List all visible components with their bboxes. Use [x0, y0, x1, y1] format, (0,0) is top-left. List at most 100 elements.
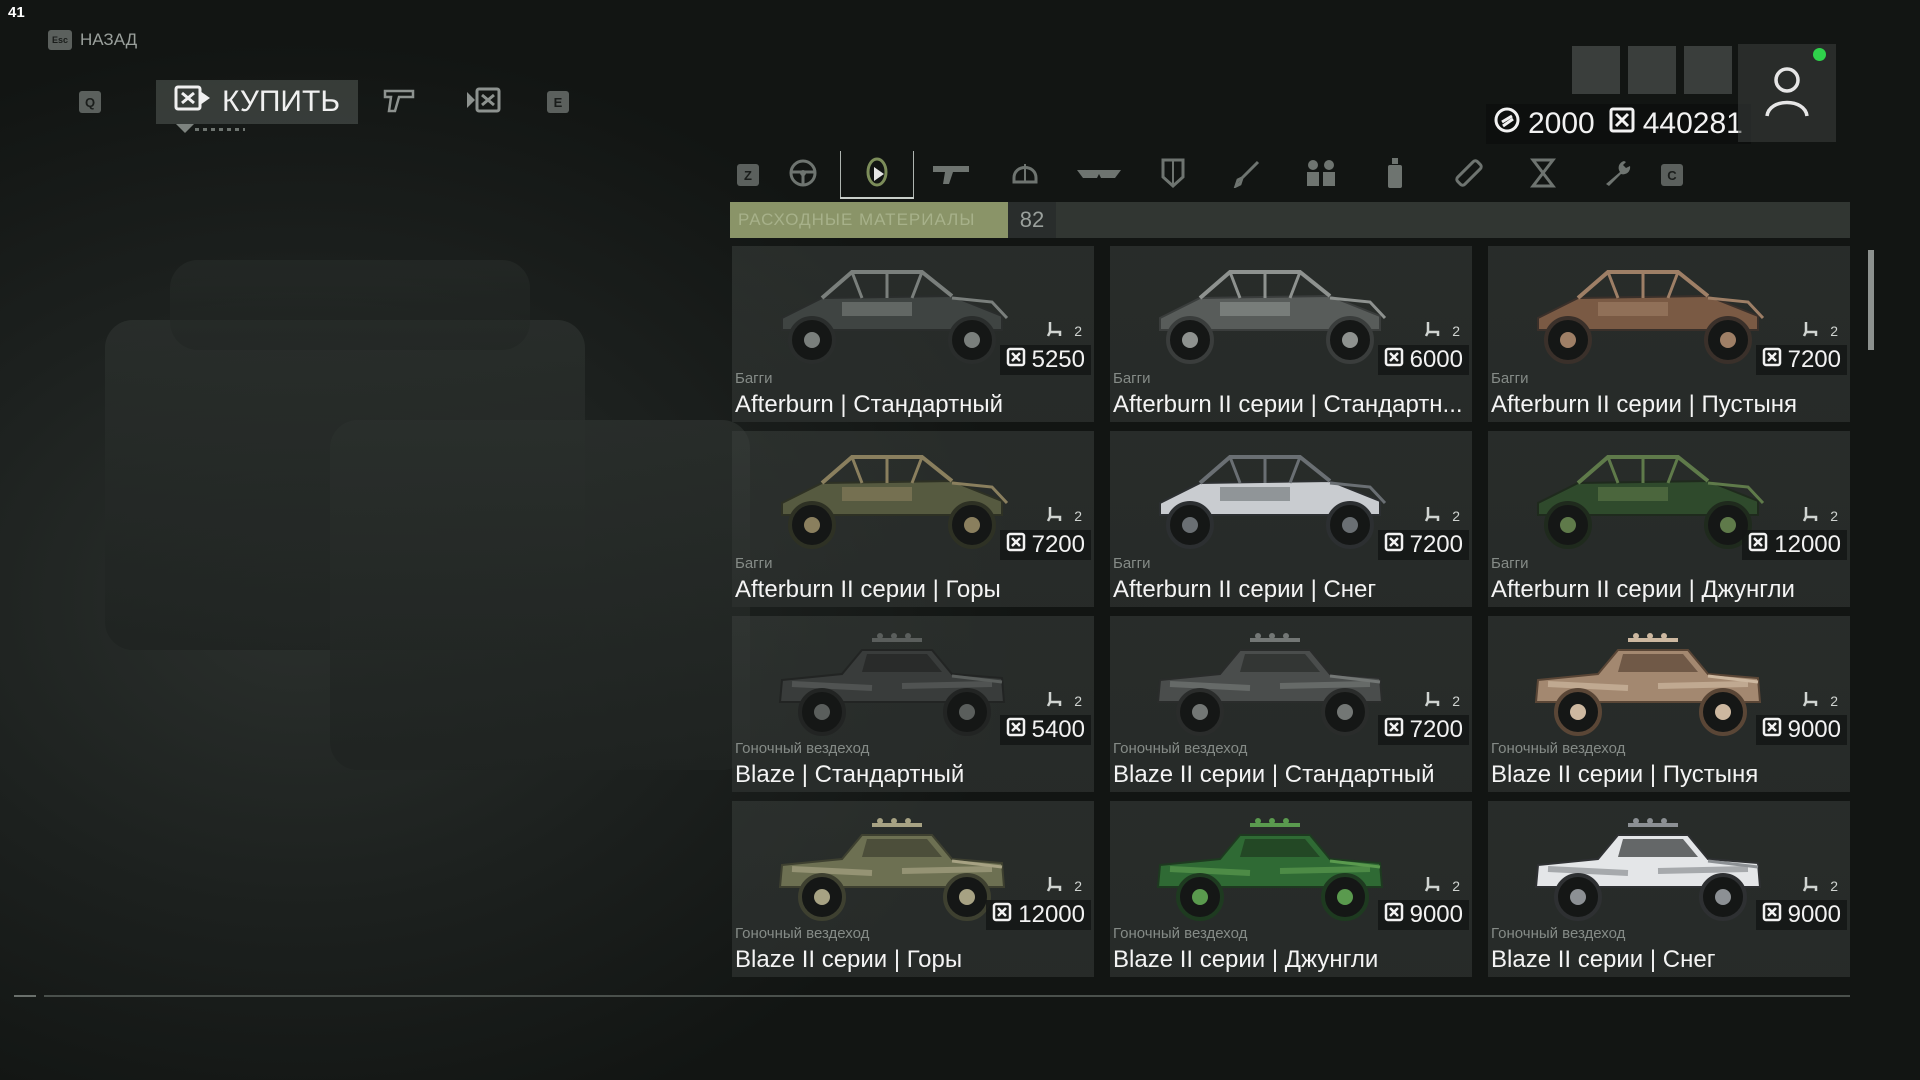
item-card[interactable]: 2 5250 Багги Afterburn | Стандартный [732, 246, 1094, 422]
price-value: 7200 [1409, 531, 1463, 558]
quick-slot[interactable] [1572, 46, 1620, 94]
buggy-image [781, 270, 1009, 364]
seat-count: 2 [1074, 692, 1082, 709]
category-vehicles[interactable] [766, 151, 840, 199]
item-card[interactable]: 2 6000 Багги Afterburn II серии | Станда… [1110, 246, 1472, 422]
item-grid: 2 5250 Багги Afterburn | Стандартный 2 6… [732, 246, 1852, 977]
price-value: 9000 [1409, 901, 1463, 928]
seat-icon [1424, 505, 1442, 526]
category-armor[interactable] [1136, 151, 1210, 199]
price-value: 6000 [1409, 346, 1463, 373]
seat-icon [1424, 690, 1442, 711]
tab-weapons[interactable] [358, 80, 442, 124]
price-tag: 7200 [1377, 530, 1469, 560]
prev-tab-key[interactable]: Q [72, 80, 108, 124]
active-tab-indicator [176, 124, 194, 133]
bottom-divider [44, 995, 1850, 997]
quick-slot[interactable] [1628, 46, 1676, 94]
price-value: 7200 [1409, 716, 1463, 743]
online-status-dot [1813, 48, 1826, 61]
seats-info: 2 [1802, 505, 1838, 526]
item-card[interactable]: 2 12000 Гоночный вездеход Blaze II серии… [732, 801, 1094, 977]
category-tools[interactable] [1580, 151, 1654, 199]
category-squad[interactable] [1284, 151, 1358, 199]
item-name: Blaze II серии | Стандартный [1113, 761, 1435, 788]
seat-icon [1046, 505, 1064, 526]
quick-slots [1572, 46, 1732, 94]
price-tag: 6000 [1377, 345, 1469, 375]
seat-count: 2 [1452, 692, 1460, 709]
category-count: 82 [1008, 202, 1056, 238]
steering-wheel-icon [788, 158, 818, 193]
credits-icon [1762, 716, 1782, 744]
knife-icon [1232, 158, 1262, 193]
item-card[interactable]: 2 12000 Багги Afterburn II серии | Джунг… [1488, 431, 1850, 607]
back-label: НАЗАД [80, 30, 138, 49]
bandage-icon [1453, 157, 1485, 194]
price-tag: 7200 [1755, 345, 1847, 375]
quick-slot[interactable] [1684, 46, 1732, 94]
price-value: 5250 [1031, 346, 1085, 373]
seat-icon [1046, 320, 1064, 341]
category-consumables[interactable] [840, 151, 914, 199]
next-tab-key[interactable]: E [540, 80, 576, 124]
category-items[interactable] [1358, 151, 1432, 199]
tab-buy-label: КУПИТЬ [222, 85, 341, 118]
item-card[interactable]: 2 7200 Багги Afterburn II серии | Горы [732, 431, 1094, 607]
category-time[interactable] [1506, 151, 1580, 199]
category-rifles[interactable] [914, 151, 988, 199]
seat-count: 2 [1830, 322, 1838, 339]
credits-icon [1762, 901, 1782, 929]
tab-buy[interactable]: КУПИТЬ [156, 80, 359, 124]
active-tab-stripes [195, 128, 245, 131]
item-type: Гоночный вездеход [1491, 740, 1626, 757]
credits-icon [1762, 346, 1782, 374]
truck-image [1156, 633, 1384, 736]
item-card[interactable]: 2 9000 Гоночный вездеход Blaze II серии … [1488, 801, 1850, 977]
category-helmets[interactable] [988, 151, 1062, 199]
item-card[interactable]: 2 9000 Гоночный вездеход Blaze II серии … [1110, 801, 1472, 977]
seat-icon [1802, 505, 1820, 526]
seats-info: 2 [1424, 690, 1460, 711]
wrench-icon [1602, 158, 1632, 193]
back-button[interactable]: Esc НАЗАД [48, 30, 137, 50]
item-name: Blaze II серии | Пустыня [1491, 761, 1759, 788]
seat-count: 2 [1074, 507, 1082, 524]
buggy-image [1159, 270, 1387, 364]
prev-category-key[interactable]: Z [730, 151, 766, 199]
seats-info: 2 [1046, 875, 1082, 896]
armor-icon [1159, 157, 1187, 194]
item-card[interactable]: 2 5400 Гоночный вездеход Blaze | Стандар… [732, 616, 1094, 792]
premium-currency-icon [1494, 107, 1520, 141]
item-name: Blaze II серии | Горы [735, 946, 963, 973]
seat-count: 2 [1452, 322, 1460, 339]
scrollbar[interactable] [1868, 250, 1874, 350]
category-melee[interactable] [1210, 151, 1284, 199]
item-card[interactable]: 2 9000 Гоночный вездеход Blaze II серии … [1488, 616, 1850, 792]
price-tag: 9000 [1755, 715, 1847, 745]
premium-amount: 2000 [1528, 107, 1595, 140]
price-value: 9000 [1787, 716, 1841, 743]
category-medical[interactable] [1432, 151, 1506, 199]
item-name: Blaze | Стандартный [735, 761, 965, 788]
category-eyewear[interactable] [1062, 151, 1136, 199]
profile-button[interactable] [1738, 44, 1836, 142]
item-card[interactable]: 2 7200 Гоночный вездеход Blaze II серии … [1110, 616, 1472, 792]
next-category-key[interactable]: C [1654, 151, 1690, 199]
item-card[interactable]: 2 7200 Багги Afterburn II серии | Снег [1110, 431, 1472, 607]
seat-icon [1424, 875, 1442, 896]
price-tag: 5250 [999, 345, 1091, 375]
item-type: Гоночный вездеход [735, 740, 870, 757]
user-icon [1763, 64, 1811, 123]
buggy-image [781, 455, 1009, 549]
background-crate [170, 260, 530, 350]
price-tag: 7200 [1377, 715, 1469, 745]
price-value: 12000 [1018, 901, 1085, 928]
item-card[interactable]: 2 7200 Багги Afterburn II серии | Пустын… [1488, 246, 1850, 422]
hourglass-icon [1529, 157, 1557, 194]
seat-icon [1802, 690, 1820, 711]
tab-sell[interactable] [442, 80, 526, 124]
seat-count: 2 [1074, 322, 1082, 339]
category-bar: Z C [730, 150, 1690, 200]
tab-spacer [108, 80, 156, 124]
